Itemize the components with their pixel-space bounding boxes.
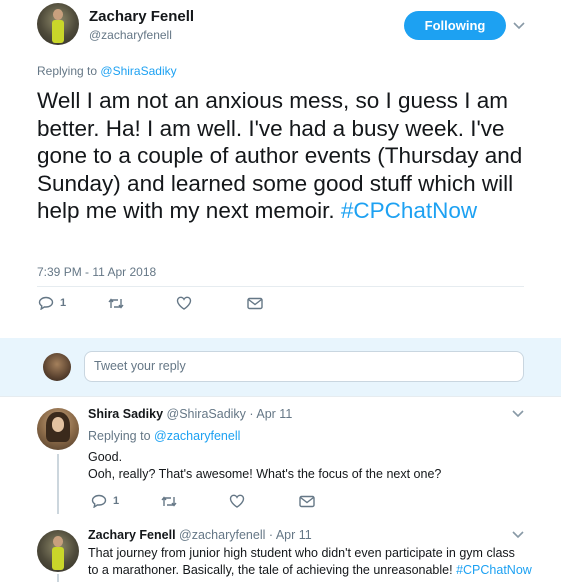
reply-author-name[interactable]: Zachary Fenell — [88, 528, 176, 542]
replying-to-line: Replying to @ShiraSadiky — [37, 64, 177, 78]
avatar-face-shape — [51, 417, 65, 432]
replying-to-label: Replying to — [37, 64, 98, 78]
reply-icon — [91, 494, 107, 508]
replying-to-handle-link[interactable]: @ShiraSadiky — [100, 64, 176, 78]
reply-body-line-1: Good. — [88, 450, 123, 464]
chevron-down-icon[interactable] — [511, 409, 525, 419]
tweet-reply-input[interactable]: Tweet your reply — [84, 351, 524, 382]
author-name[interactable]: Zachary Fenell — [89, 8, 194, 25]
reply-action[interactable]: 1 — [91, 494, 119, 508]
reply-header: Shira Sadiky @ShiraSadiky · Apr 11 — [88, 406, 292, 423]
compose-divider — [0, 396, 561, 397]
message-icon — [247, 297, 263, 310]
reply-action[interactable]: 1 — [38, 296, 66, 310]
reply-separator: · — [249, 407, 254, 421]
reply-header: Zachary Fenell @zacharyfenell · Apr 11 — [88, 527, 312, 544]
tweet-body: Well I am not an anxious mess, so I gues… — [37, 87, 537, 225]
following-button[interactable]: Following — [404, 11, 506, 40]
tweet-timestamp[interactable]: 7:39 PM - 11 Apr 2018 — [37, 265, 156, 279]
reply-separator: · — [268, 528, 274, 542]
message-action[interactable] — [299, 495, 315, 508]
reply-date[interactable]: Apr 11 — [256, 407, 292, 421]
reply-replying-to-line: Replying to @zacharyfenell — [88, 428, 240, 445]
like-icon — [176, 296, 192, 310]
reply-date[interactable]: Apr 11 — [276, 528, 312, 542]
reply-body-line-2: Ooh, really? That's awesome! What's the … — [88, 467, 442, 481]
reply-hashtag-link[interactable]: #CPChatNow — [456, 563, 532, 577]
reply-replying-to-handle-link[interactable]: @zacharyfenell — [154, 429, 240, 443]
reply-author-avatar[interactable] — [37, 408, 79, 450]
message-icon — [299, 495, 315, 508]
tweet-divider — [37, 286, 524, 287]
like-action[interactable] — [229, 494, 245, 508]
like-action[interactable] — [176, 296, 192, 310]
avatar-head-shape — [52, 535, 64, 547]
avatar-vest-shape — [51, 19, 65, 43]
current-user-avatar — [43, 353, 71, 381]
avatar-vest-shape — [51, 546, 65, 570]
tweet-hashtag-link[interactable]: #CPChatNow — [341, 198, 477, 223]
author-handle[interactable]: @zacharyfenell — [89, 28, 172, 42]
reply-author-handle[interactable]: @zacharyfenell — [179, 528, 265, 542]
reply-count: 1 — [60, 297, 67, 309]
chevron-down-icon[interactable] — [511, 530, 525, 540]
retweet-action[interactable] — [160, 495, 178, 508]
chevron-down-icon[interactable] — [512, 21, 526, 31]
thread-line — [57, 454, 59, 514]
reply-count: 1 — [113, 495, 120, 507]
reply-body-line-1: That journey from junior high student wh… — [88, 546, 515, 560]
retweet-icon — [108, 298, 124, 309]
retweet-icon — [161, 496, 177, 507]
thread-line — [57, 574, 59, 582]
like-icon — [229, 494, 245, 508]
reply-icon — [38, 296, 54, 310]
reply-author-avatar[interactable] — [37, 530, 79, 572]
author-avatar[interactable] — [37, 3, 79, 45]
avatar-head-shape — [52, 8, 64, 20]
reply-replying-to-label: Replying to — [88, 429, 151, 443]
reply-author-handle[interactable]: @ShiraSadiky — [167, 407, 246, 421]
reply-body-line-2: to a marathoner. Basically, the tale of … — [88, 562, 532, 579]
reply-body-text: to a marathoner. Basically, the tale of … — [88, 563, 453, 577]
reply-author-name[interactable]: Shira Sadiky — [88, 407, 163, 421]
message-action[interactable] — [247, 297, 263, 310]
retweet-action[interactable] — [107, 297, 125, 310]
